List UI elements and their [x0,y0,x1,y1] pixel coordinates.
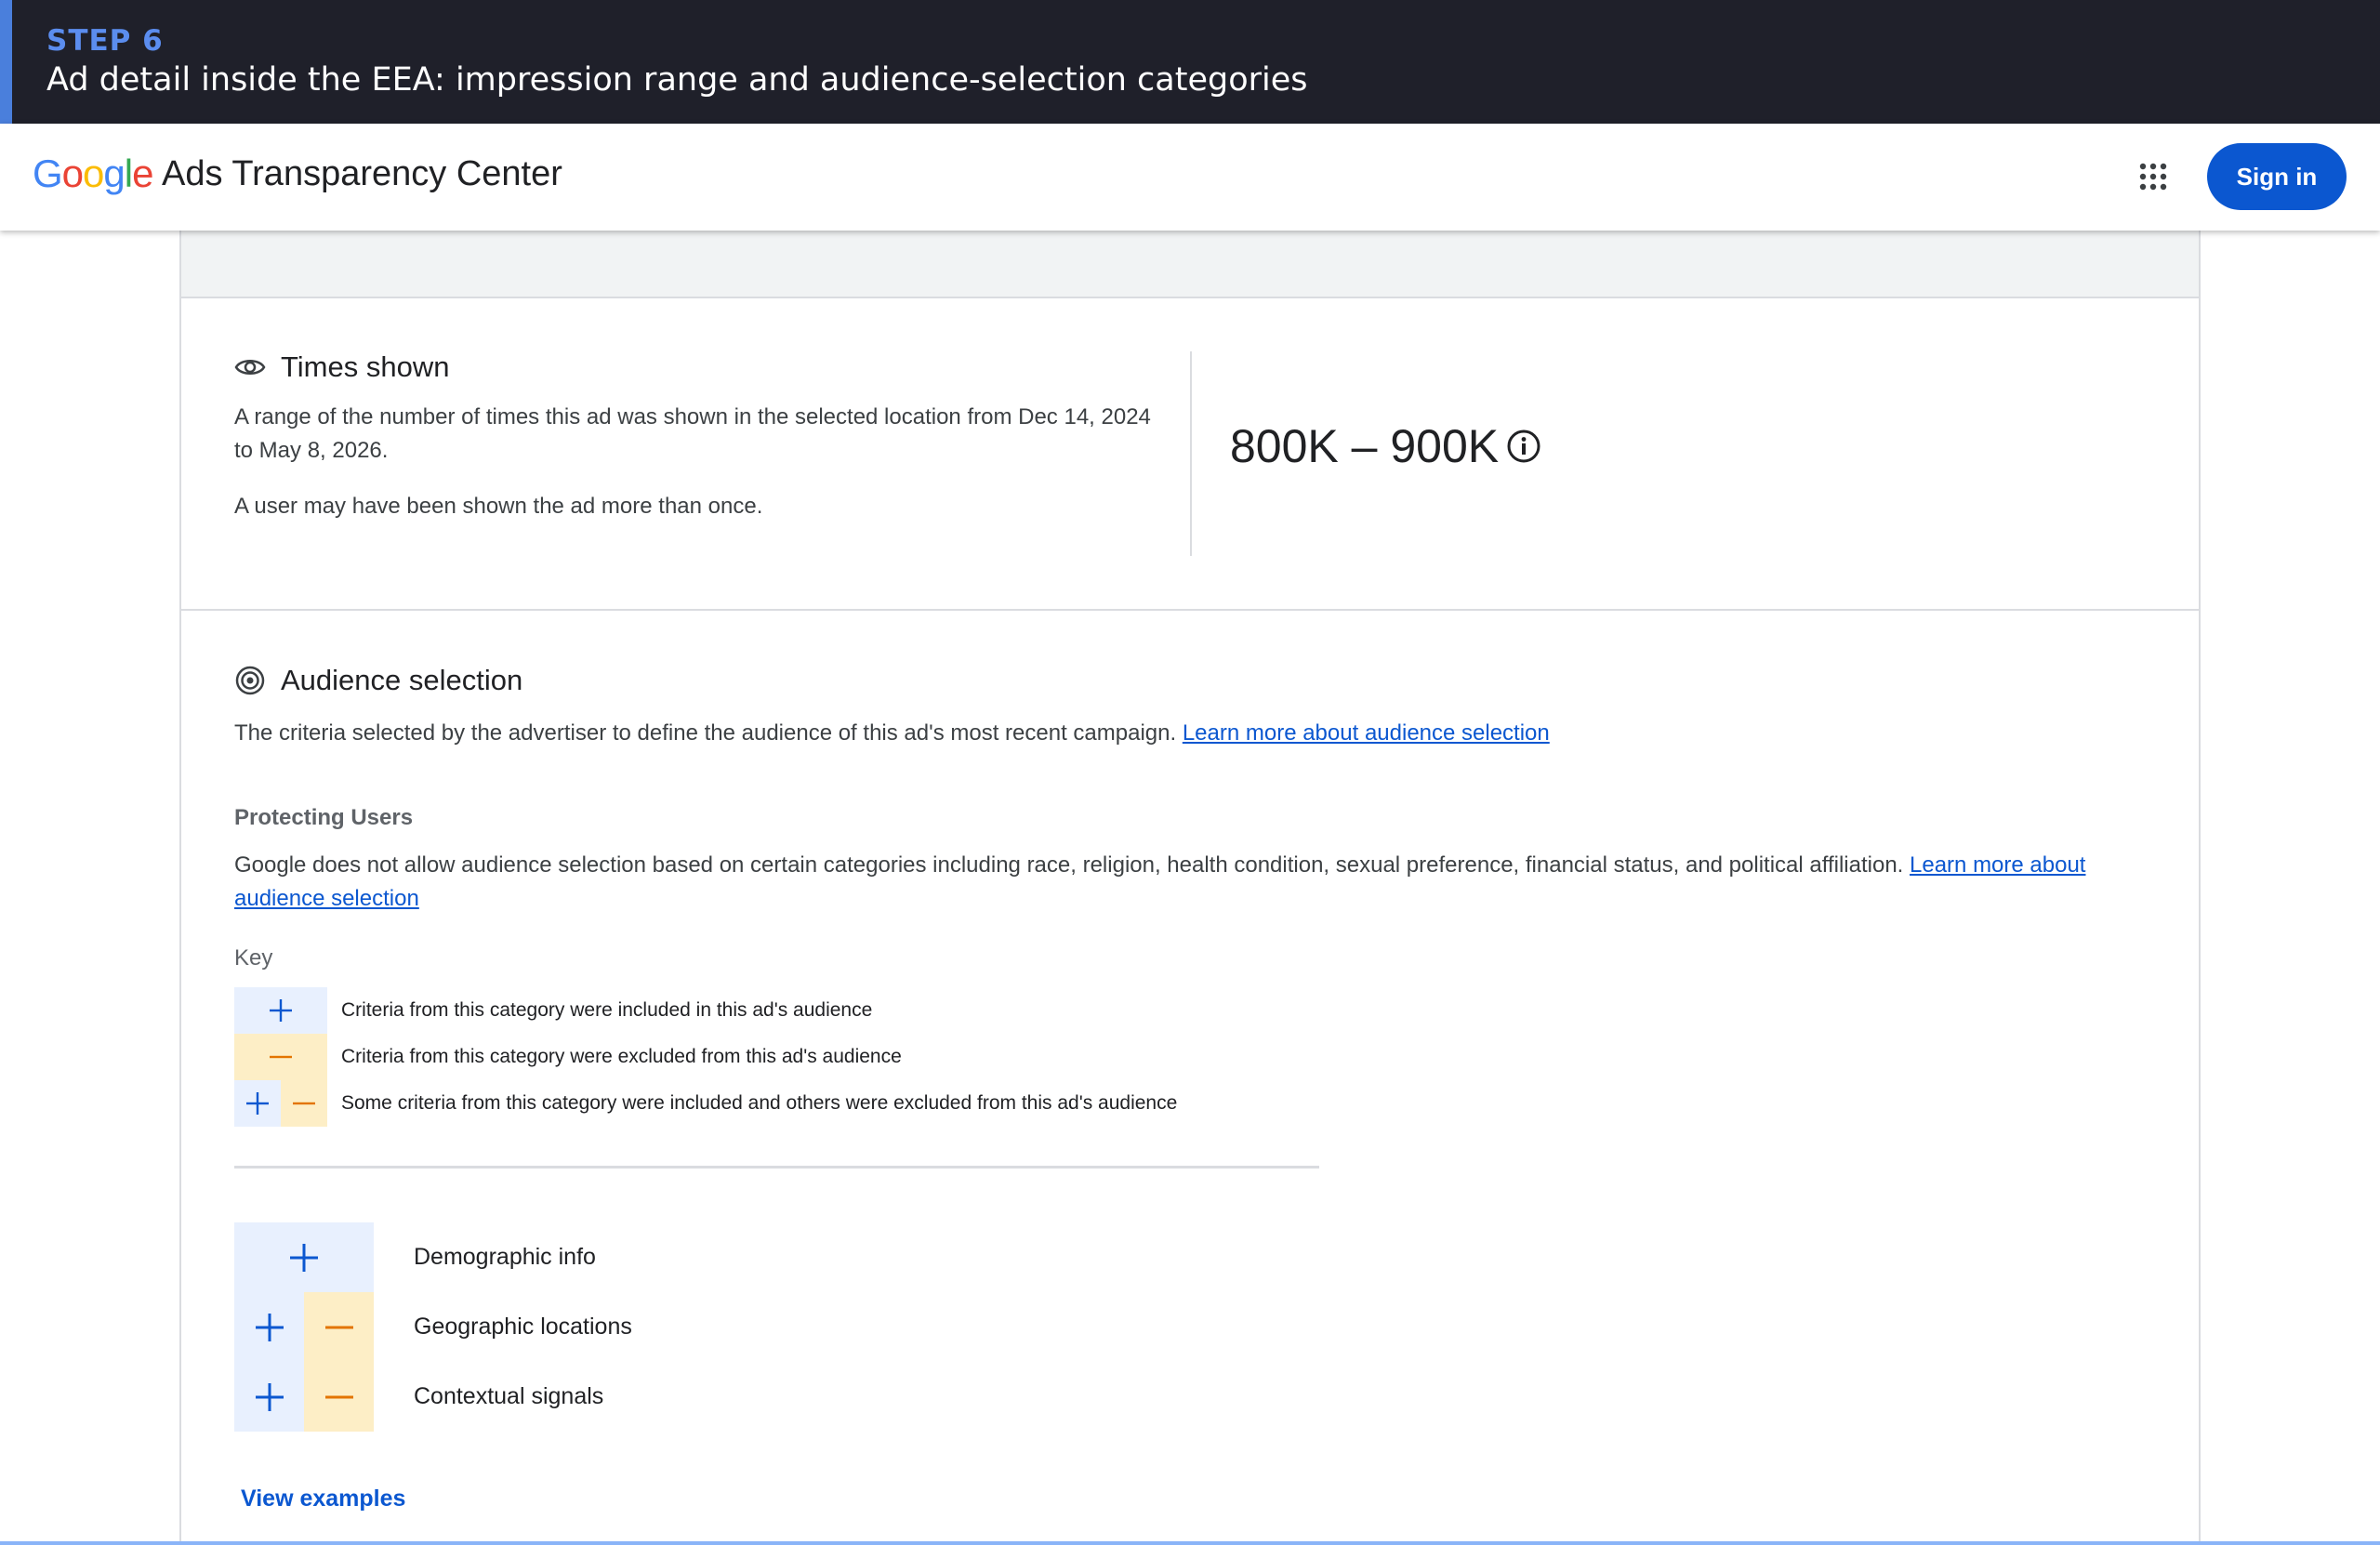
section-divider [234,1166,1319,1169]
times-shown-header: Times shown [234,350,449,384]
logo-letter: g [103,152,125,195]
times-shown-title: Times shown [281,350,450,383]
plus-icon [234,987,327,1034]
view-examples-link[interactable]: View examples [241,1486,405,1512]
key-row-excluded: Criteria from this category were exclude… [234,1034,902,1080]
plus-icon [234,1292,304,1362]
plus-icon [234,1362,304,1432]
impression-range: 800K – 900K [1230,419,1541,473]
included-swatch [234,987,327,1034]
times-shown-section: Times shown A range of the number of tim… [181,298,2199,611]
minus-icon [281,1080,327,1127]
mixed-indicator [234,1292,374,1362]
audience-selection-description: The criteria selected by the advertiser … [234,717,2168,750]
times-shown-description: A range of the number of times this ad w… [234,404,1151,463]
step-title: Ad detail inside the EEA: impression ran… [46,61,1308,99]
minus-icon [304,1292,374,1362]
logo-letter: l [124,152,133,195]
impression-range-value: 800K – 900K [1230,420,1500,472]
key-row-mixed: Some criteria from this category were in… [234,1080,1177,1127]
target-icon [235,666,265,695]
apps-grid-icon[interactable] [2138,162,2168,191]
key-included-text: Criteria from this category were include… [341,999,873,1021]
key-mixed-text: Some criteria from this category were in… [341,1092,1178,1114]
key-label: Key [234,945,273,971]
audience-desc-text: The criteria selected by the advertiser … [234,720,1183,746]
category-row-demographic: Demographic info [234,1222,596,1292]
key-excluded-text: Criteria from this category were exclude… [341,1046,902,1067]
mixed-swatch [234,1080,327,1127]
vertical-divider [1190,351,1192,556]
minus-icon [234,1034,327,1080]
category-row-contextual: Contextual signals [234,1362,603,1432]
sign-in-button[interactable]: Sign in [2207,143,2347,210]
step-label: STEP 6 [46,24,164,58]
ad-detail-panel: Times shown A range of the number of tim… [179,231,2201,1545]
mixed-indicator [234,1362,374,1432]
key-row-included: Criteria from this category were include… [234,987,872,1034]
ad-preview-area [181,231,2199,298]
google-logo[interactable]: Google [33,152,153,196]
logo-letter: o [83,152,104,195]
app-header: Google Ads Transparency Center Sign in [0,124,2380,231]
protecting-desc-text: Google does not allow audience selection… [234,852,1911,878]
product-name[interactable]: Ads Transparency Center [162,154,562,194]
category-label: Geographic locations [414,1314,632,1340]
times-shown-note: A user may have been shown the ad more t… [234,494,763,519]
banner-accent-bar [0,0,12,124]
audience-selection-title: Audience selection [281,664,523,696]
minus-icon [304,1362,374,1432]
protecting-users-title: Protecting Users [234,805,414,830]
learn-more-audience-link[interactable]: Learn more about audience selection [1183,720,1550,746]
protecting-users-description: Google does not allow audience selection… [234,849,2122,916]
included-indicator [234,1222,374,1292]
eye-icon [234,360,266,375]
plus-icon [234,1222,374,1292]
logo-letter: o [61,152,84,195]
category-row-geographic: Geographic locations [234,1292,632,1362]
category-label: Demographic info [414,1244,596,1270]
category-label: Contextual signals [414,1383,604,1409]
plus-icon [234,1080,281,1127]
logo-letter: e [132,152,153,195]
logo-letter: G [33,152,63,195]
step-banner: STEP 6 Ad detail inside the EEA: impress… [0,0,2380,124]
info-icon[interactable] [1506,429,1541,464]
bottom-accent-line [0,1541,2380,1545]
audience-selection-header: Audience selection [234,664,522,697]
excluded-swatch [234,1034,327,1080]
